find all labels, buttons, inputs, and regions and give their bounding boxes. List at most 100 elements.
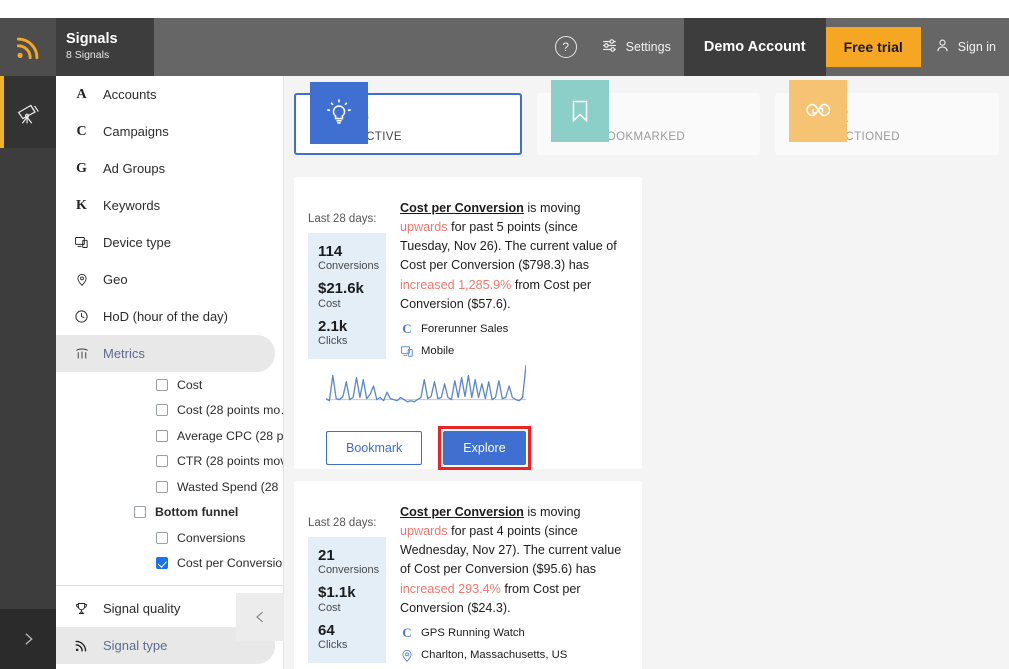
- trend-word: upwards: [400, 524, 448, 539]
- signal-text: Cost per Conversion is moving upwards fo…: [400, 503, 628, 618]
- help-button[interactable]: ?: [545, 18, 587, 76]
- checkbox-ctr-28-points-mov[interactable]: [156, 455, 168, 468]
- signal-description: Cost per Conversion is moving upwards fo…: [400, 189, 628, 359]
- brand-logo[interactable]: [0, 18, 56, 76]
- rss-signal-icon: [16, 37, 38, 59]
- metric-checkbox-row[interactable]: Wasted Spend (28 …: [56, 474, 283, 500]
- sidebar-item-device-type[interactable]: Device type: [56, 224, 275, 261]
- card-meta-row: C GPS Running Watch: [400, 625, 628, 641]
- explore-button[interactable]: Explore: [443, 431, 526, 466]
- signal-card[interactable]: Last 28 days: 114 Conversions $21.6k Cost 2.…: [294, 177, 642, 471]
- signal-card-body: Last 28 days: 114 Conversions $21.6k Cost 2.…: [308, 189, 628, 360]
- letter-c-icon: C: [402, 320, 412, 336]
- card-meta-label: Mobile: [421, 345, 455, 358]
- bookmark-icon: [550, 80, 609, 142]
- clock-icon: [72, 309, 91, 324]
- metric-label: Cost per Conversion: [177, 556, 284, 571]
- trend-word: upwards: [400, 220, 448, 235]
- sidebar-item-hod-hour-of-the-day[interactable]: HoD (hour of the day): [56, 298, 275, 335]
- location-pin-icon: [400, 648, 414, 663]
- sidebar-item-metrics[interactable]: Metrics: [56, 335, 275, 372]
- status-summary-row: 5Active 1 Bookmarked 2Actioned: [284, 80, 1009, 155]
- sign-in-button[interactable]: Sign in: [921, 18, 1009, 76]
- metric-checkbox-row[interactable]: Conversions: [56, 525, 283, 551]
- metric-checkbox-row[interactable]: Cost (28 points mo…: [56, 398, 283, 424]
- settings-button[interactable]: Settings: [587, 18, 684, 76]
- sliders-icon: [600, 36, 619, 58]
- metric-box: 21 Conversions $1.1k Cost 64 Clicks: [308, 537, 386, 664]
- account-switcher[interactable]: Demo Account: [683, 18, 826, 76]
- status-card-bookmarked[interactable]: 1 Bookmarked: [536, 80, 761, 155]
- bar-chart-icon: [72, 346, 91, 361]
- metric-label: Conversions: [177, 530, 246, 545]
- status-label: Bookmarked: [598, 130, 686, 143]
- app-header: Signals 8 Signals ? Settings Demo Accoun…: [0, 18, 1009, 76]
- period-label: Last 28 days:: [308, 213, 377, 225]
- metric-checkbox-row[interactable]: CTR (28 points mov…: [56, 449, 283, 475]
- location-pin-icon: [72, 272, 91, 287]
- app-title: Signals: [66, 31, 118, 48]
- metric-value: $21.6k: [318, 280, 364, 298]
- checkbox-cost-28-points-mo[interactable]: [156, 404, 168, 417]
- sidebar-item-keywords[interactable]: K Keywords: [56, 187, 275, 224]
- sidebar-item-label: Ad Groups: [103, 161, 166, 176]
- metric-link[interactable]: Cost per Conversion: [400, 201, 524, 215]
- status-card-active[interactable]: 5Active: [294, 82, 522, 155]
- trophy-icon: [76, 603, 87, 614]
- signal-icon: [72, 638, 91, 653]
- metric-value: 114: [318, 243, 343, 260]
- letter-c-icon: C: [402, 624, 412, 640]
- rail-item-explorer[interactable]: [0, 76, 56, 148]
- signal-description: Cost per Conversion is moving upwards fo…: [400, 493, 628, 663]
- metric-checkbox-row[interactable]: Cost: [56, 372, 283, 398]
- metric-name: Clicks: [318, 639, 348, 652]
- letter-a-icon: A: [76, 86, 87, 102]
- checkbox-average-cpc-28-p[interactable]: [156, 429, 168, 442]
- signal-cards-grid: Last 28 days: 114 Conversions $21.6k Cost 2.…: [284, 155, 1009, 669]
- lightbulb-icon: [327, 99, 351, 124]
- sidebar-item-label: Campaigns: [103, 124, 169, 139]
- clock-icon: [75, 310, 88, 323]
- metric-link[interactable]: Cost per Conversion: [400, 505, 524, 519]
- metric-box: 114 Conversions $21.6k Cost 2.1k Clicks: [308, 233, 386, 360]
- main-content: 5Active 1 Bookmarked 2Actioned Last 28 days…: [284, 76, 1009, 669]
- signal-icon: [75, 640, 87, 652]
- rail-expand-button[interactable]: [0, 609, 56, 669]
- signal-text: Cost per Conversion is moving upwards fo…: [400, 199, 628, 314]
- sidebar-nav: A Accounts C Campaigns G Ad Groups K Keywords De…: [56, 76, 283, 372]
- status-card-actioned[interactable]: 2Actioned: [775, 80, 1000, 155]
- sidebar-metrics-list: Cost Cost (28 points mo… Average CPC (28 p…: [56, 372, 283, 576]
- signal-count: 8 Signals: [66, 49, 110, 62]
- metric-label: Cost (28 points mo…: [177, 403, 284, 418]
- metric-name: Conversions: [318, 260, 380, 273]
- sparkline-chart-0: [325, 365, 527, 403]
- metric-value: $1.1k: [318, 584, 356, 602]
- sidebar-item-geo[interactable]: Geo: [56, 261, 275, 298]
- checkbox-wasted-spend-28[interactable]: [156, 480, 168, 493]
- checkbox-cost[interactable]: [156, 378, 168, 391]
- sidebar-item-label: Geo: [103, 272, 128, 287]
- checkbox-cost-per-conversion[interactable]: [156, 557, 168, 570]
- free-trial-button[interactable]: Free trial: [825, 27, 921, 67]
- user-icon: [934, 37, 951, 57]
- sidebar-collapse-button[interactable]: [236, 593, 284, 641]
- signal-card[interactable]: Last 28 days: 21 Conversions $1.1k Cost 64 Cl…: [294, 481, 642, 669]
- sidebar-item-label: Signal type: [103, 638, 168, 653]
- metric-checkbox-row[interactable]: Cost per Conversion: [56, 551, 283, 577]
- lightbulb-icon: [310, 82, 368, 144]
- card-meta-row: Charlton, Massachusetts, US: [400, 648, 628, 663]
- settings-label: Settings: [625, 40, 671, 54]
- sidebar-item-accounts[interactable]: A Accounts: [56, 76, 275, 113]
- sidebar-divider: [56, 585, 283, 586]
- chevron-left-icon: [255, 611, 263, 623]
- sidebar-item-ad-groups[interactable]: G Ad Groups: [56, 150, 275, 187]
- card-meta-row: Mobile: [400, 344, 628, 359]
- sentence-part: is moving: [523, 505, 581, 519]
- metric-checkbox-row[interactable]: Average CPC (28 p…: [56, 423, 283, 449]
- checkbox-bottom-funnel[interactable]: [134, 506, 146, 519]
- metric-checkbox-row[interactable]: Bottom funnel: [56, 500, 283, 526]
- metric-name: Cost: [318, 601, 341, 614]
- sidebar-item-campaigns[interactable]: C Campaigns: [56, 113, 275, 150]
- checkbox-conversions[interactable]: [156, 531, 168, 544]
- bookmark-button[interactable]: Bookmark: [326, 431, 423, 466]
